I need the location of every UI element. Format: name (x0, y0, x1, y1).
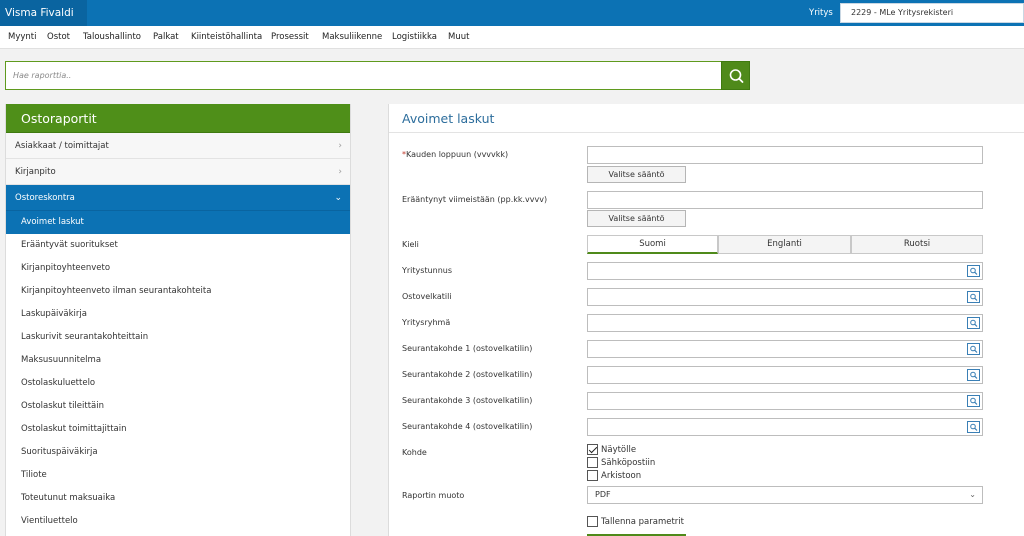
kieli-option-suomi[interactable]: Suomi (587, 235, 718, 254)
report-item-ostolaskut-toimittajittain[interactable]: Ostolaskut toimittajittain (6, 418, 350, 441)
report-item-laskurivit[interactable]: Laskurivit seurantakohteittain (6, 326, 350, 349)
chevron-right-icon: › (338, 167, 342, 177)
tallenna-parametrit-checkbox[interactable]: Tallenna parametrit (587, 516, 684, 528)
chevron-down-icon: ⌄ (969, 490, 976, 499)
checkbox-label: Arkistoon (601, 471, 642, 481)
report-item-kirjanpitoyhteenveto-ilman[interactable]: Kirjanpitoyhteenveto ilman seurantakohte… (6, 280, 350, 303)
company-label: Yritys (809, 8, 833, 18)
checkbox[interactable] (587, 457, 598, 468)
ostovelkatili-input[interactable] (587, 288, 983, 306)
checkbox-label: Sähköpostiin (601, 458, 656, 468)
lookup-icon[interactable] (967, 395, 980, 407)
main-menu: Myynti Ostot Taloushallinto Palkat Kiint… (0, 26, 1024, 49)
seurantakohde-3-label: Seurantakohde 3 (ostovelkatilin) (402, 396, 533, 405)
report-sidebar: Ostoraportit Asiakkaat / toimittajat › K… (5, 104, 351, 536)
kohde-arkistoon-checkbox[interactable]: Arkistoon (587, 470, 641, 482)
menu-item-ostot[interactable]: Ostot (47, 26, 70, 49)
menu-item-kiinteistohallinta[interactable]: Kiinteistöhallinta (191, 26, 262, 49)
kohde-naytolle-checkbox[interactable]: Näytölle (587, 444, 636, 456)
yritysryhma-label: Yritysryhmä (402, 318, 451, 327)
checkbox[interactable] (587, 470, 598, 481)
checkbox-label: Tallenna parametrit (601, 517, 684, 527)
lookup-icon[interactable] (967, 265, 980, 277)
seurantakohde-4-label: Seurantakohde 4 (ostovelkatilin) (402, 422, 533, 431)
report-item-suorituspaivakirja[interactable]: Suorituspäiväkirja (6, 441, 350, 464)
checkbox-checked[interactable] (587, 444, 598, 455)
eraantynyt-input[interactable] (587, 191, 983, 209)
seurantakohde-3-input[interactable] (587, 392, 983, 410)
category-label: Asiakkaat / toimittajat (15, 141, 109, 151)
category-label: Kirjanpito (15, 167, 56, 177)
report-item-maksusuunnitelma[interactable]: Maksusuunnitelma (6, 349, 350, 372)
menu-item-logistiikka[interactable]: Logistiikka (392, 26, 437, 49)
menu-item-taloushallinto[interactable]: Taloushallinto (83, 26, 141, 49)
ostovelkatili-label: Ostovelkatili (402, 292, 452, 301)
lookup-icon[interactable] (967, 343, 980, 355)
lookup-icon[interactable] (967, 317, 980, 329)
lookup-icon[interactable] (967, 291, 980, 303)
search-button[interactable] (721, 61, 750, 90)
yritystunnus-label: Yritystunnus (402, 266, 453, 275)
kauden-loppuun-label: *Kauden loppuun (vvvvkk) (402, 150, 508, 159)
report-title: Avoimet laskut (389, 104, 1024, 133)
lookup-icon[interactable] (967, 421, 980, 433)
eraantynyt-label: Erääntynyt viimeistään (pp.kk.vvvv) (402, 195, 548, 204)
company-select[interactable]: 2229 - MLe Yritysrekisteri (840, 3, 1024, 23)
category-kirjanpito[interactable]: Kirjanpito › (6, 159, 350, 185)
category-label: Ostoreskontra (15, 193, 75, 203)
report-item-laskupaivakirja[interactable]: Laskupäiväkirja (6, 303, 350, 326)
kieli-option-englanti[interactable]: Englanti (718, 235, 851, 254)
seurantakohde-2-label: Seurantakohde 2 (ostovelkatilin) (402, 370, 533, 379)
search-icon (729, 69, 744, 83)
report-item-toteutunut-maksuaika[interactable]: Toteutunut maksuaika (6, 487, 350, 510)
kohde-label: Kohde (402, 448, 427, 457)
report-item-kirjanpitoyhteenveto[interactable]: Kirjanpitoyhteenveto (6, 257, 350, 280)
kohde-sahkopostiin-checkbox[interactable]: Sähköpostiin (587, 457, 655, 469)
checkbox-label: Näytölle (601, 445, 637, 455)
chevron-right-icon: › (338, 141, 342, 151)
menu-item-prosessit[interactable]: Prosessit (271, 26, 309, 49)
yritystunnus-input[interactable] (587, 262, 983, 280)
report-item-ostolaskut-tileittain[interactable]: Ostolaskut tileittäin (6, 395, 350, 418)
search-input[interactable] (5, 61, 721, 90)
seurantakohde-1-input[interactable] (587, 340, 983, 358)
checkbox[interactable] (587, 516, 598, 527)
chevron-down-icon: ⌄ (334, 193, 342, 203)
raportin-muoto-select[interactable]: PDF ⌄ (587, 486, 983, 504)
yritysryhma-input[interactable] (587, 314, 983, 332)
report-item-avoimet-laskut[interactable]: Avoimet laskut (6, 211, 350, 234)
report-item-vientiluettelo[interactable]: Vientiluettelo (6, 510, 350, 533)
report-item-eraantyvat-suoritukset[interactable]: Erääntyvät suoritukset (6, 234, 350, 257)
kauden-loppuun-text: Kauden loppuun (vvvvkk) (406, 150, 509, 159)
sidebar-title: Ostoraportit (6, 104, 350, 133)
valitse-saanto-button-1[interactable]: Valitse sääntö (587, 166, 686, 183)
seurantakohde-2-input[interactable] (587, 366, 983, 384)
report-item-ostolaskuluettelo[interactable]: Ostolaskuluettelo (6, 372, 350, 395)
menu-item-palkat[interactable]: Palkat (153, 26, 179, 49)
seurantakohde-1-label: Seurantakohde 1 (ostovelkatilin) (402, 344, 533, 353)
category-asiakkaat-toimittajat[interactable]: Asiakkaat / toimittajat › (6, 133, 350, 159)
raportin-muoto-value: PDF (595, 490, 611, 499)
kauden-loppuun-input[interactable] (587, 146, 983, 164)
valitse-saanto-button-2[interactable]: Valitse sääntö (587, 210, 686, 227)
lookup-icon[interactable] (967, 369, 980, 381)
kieli-option-ruotsi[interactable]: Ruotsi (851, 235, 983, 254)
report-item-tiliote[interactable]: Tiliote (6, 464, 350, 487)
seurantakohde-4-input[interactable] (587, 418, 983, 436)
menu-item-muut[interactable]: Muut (448, 26, 469, 49)
menu-item-maksuliikenne[interactable]: Maksuliikenne (322, 26, 382, 49)
top-bar: Visma Fivaldi Yritys 2229 - MLe Yritysre… (0, 0, 1024, 26)
category-ostoreskontra[interactable]: Ostoreskontra ⌄ (6, 185, 350, 211)
report-form: Avoimet laskut *Kauden loppuun (vvvvkk) … (388, 104, 1024, 536)
kieli-label: Kieli (402, 240, 419, 249)
report-search (5, 61, 750, 90)
raportin-muoto-label: Raportin muoto (402, 491, 465, 500)
app-title[interactable]: Visma Fivaldi (0, 0, 87, 26)
menu-item-myynti[interactable]: Myynti (8, 26, 36, 49)
